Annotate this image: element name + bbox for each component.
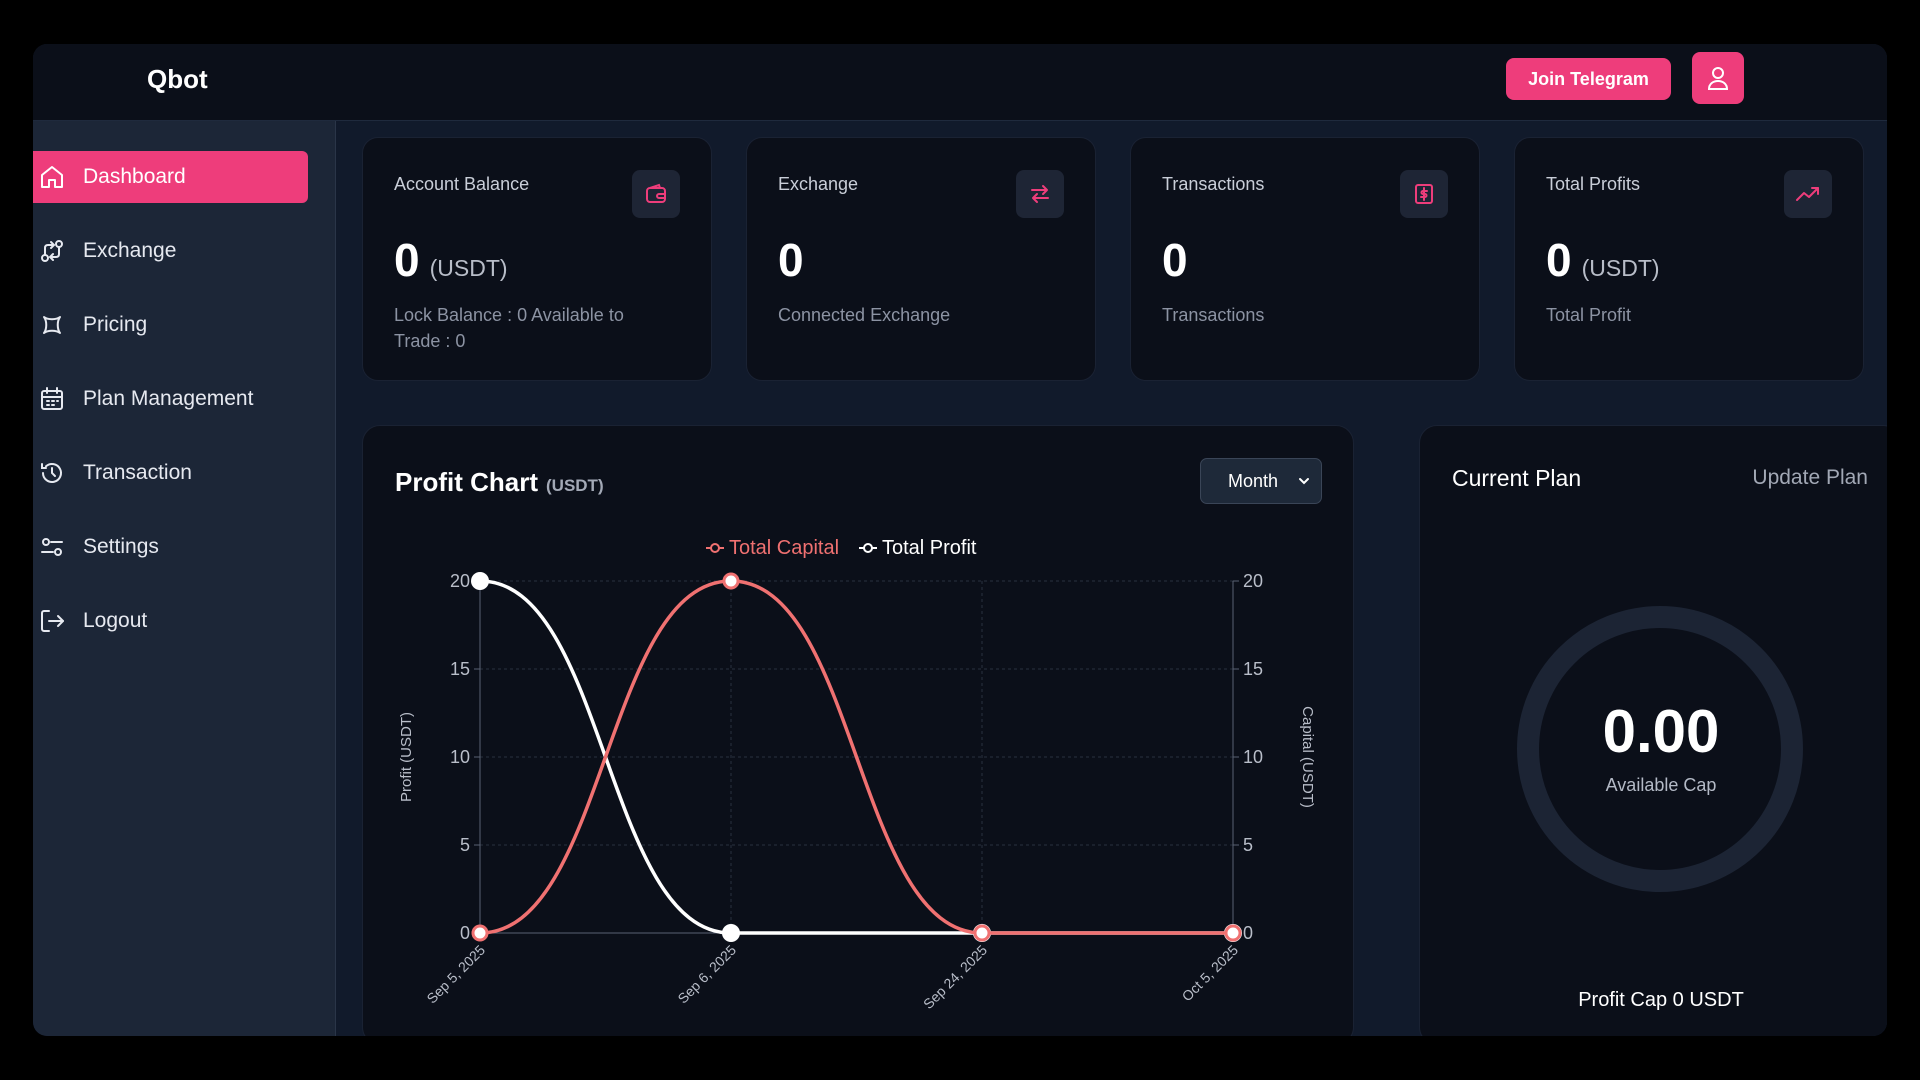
chart-series-line: [479, 579, 1234, 935]
legend-marker: [863, 543, 873, 553]
chart-y2-tick-label: 15: [1243, 659, 1263, 679]
chart-y2-tick-label: 20: [1243, 571, 1263, 591]
app-window: Qbot Join Telegram Dashboard Exchange Pr…: [33, 44, 1887, 1036]
plan-available-caption: Available Cap: [1605, 775, 1717, 795]
card-value: 0 (USDT): [1546, 233, 1660, 287]
card-subtitle: Lock Balance : 0 Available to Trade : 0: [394, 305, 624, 351]
brand-logo[interactable]: Qbot: [147, 64, 208, 95]
card-title: Exchange: [778, 174, 859, 194]
dollar-doc-icon: [1400, 170, 1448, 218]
chart-point: [471, 924, 489, 942]
chart-y2-axis-title: Capital (USDT): [1299, 706, 1316, 808]
card-title: Account Balance: [394, 174, 530, 194]
sidebar-item-pricing[interactable]: Pricing: [33, 299, 308, 351]
chart-point: [471, 572, 489, 590]
sidebar-item-label: Logout: [83, 609, 148, 632]
profit-chart-panel: Profit Chart (USDT) Month 0 0 5 5 10 10 15 15 20…: [362, 425, 1354, 1036]
profit-chart: 0 0 5 5 10 10 15 15 20 20 Sep 5, 2025 Sep 6, 2025 Se…: [398, 537, 1316, 1012]
card-title: Transactions: [1162, 174, 1265, 194]
stat-card-total-profits: Total Profits 0 (USDT) Total Profit: [1514, 137, 1864, 381]
card-value: 0: [778, 233, 814, 287]
card-value: 0: [1162, 233, 1198, 287]
sidebar-item-exchange[interactable]: Exchange: [33, 225, 308, 277]
sidebar-item-label: Plan Management: [83, 387, 254, 410]
sidebar-item-label: Exchange: [83, 239, 177, 262]
card-value-number: 0: [394, 234, 420, 286]
history-icon: [41, 463, 62, 483]
topbar: Qbot Join Telegram: [33, 44, 1887, 121]
update-plan-link[interactable]: Update Plan: [1752, 466, 1868, 490]
chart-point: [1224, 924, 1242, 942]
card-value-unit: (USDT): [429, 255, 508, 281]
chart-point: [722, 572, 740, 590]
chart-point: [973, 924, 991, 942]
sidebar-item-dashboard[interactable]: Dashboard: [33, 151, 308, 203]
plan-available-value: 0.00: [1602, 698, 1720, 765]
trending-up-icon: [1784, 170, 1832, 218]
join-telegram-button[interactable]: Join Telegram: [1506, 58, 1671, 100]
home-icon: [41, 166, 63, 188]
chart-y-tick-label: 15: [450, 659, 470, 679]
chart-x-tick-label: Sep 5, 2025: [423, 942, 488, 1007]
plan-profit-cap: Profit Cap 0 USDT: [1578, 989, 1744, 1011]
sidebar-item-label: Pricing: [83, 313, 148, 336]
sidebar-item-label: Settings: [83, 535, 159, 558]
chart-y-axis-title: Profit (USDT): [398, 712, 415, 802]
card-subtitle: Transactions: [1162, 305, 1265, 325]
card-value: 0 (USDT): [394, 233, 508, 287]
legend-marker: [710, 543, 720, 553]
sidebar-item-label: Transaction: [83, 461, 192, 484]
card-subtitle: Connected Exchange: [778, 305, 951, 325]
calendar-icon: [41, 387, 63, 410]
chart-x-tick-label: Oct 5, 2025: [1179, 942, 1242, 1005]
sidebar-item-label: Dashboard: [83, 165, 186, 188]
legend-label: Total Capital: [729, 537, 839, 559]
wallet-icon: [632, 170, 680, 218]
chart-x-tick-label: Sep 24, 2025: [920, 942, 990, 1012]
plan-title: Current Plan: [1452, 465, 1582, 491]
legend-label: Total Profit: [882, 537, 977, 559]
stat-card-transactions: Transactions 0 Transactions: [1130, 137, 1480, 381]
card-value-number: 0: [1546, 234, 1572, 286]
card-value-number: 0: [1162, 234, 1188, 286]
main-content: Account Balance 0 (USDT) Lock Balance : …: [336, 121, 1887, 1036]
swap-icon: [1016, 170, 1064, 218]
sidebar-item-settings[interactable]: Settings: [33, 521, 308, 573]
sliders-icon: [41, 538, 63, 556]
chart-y2-tick-label: 5: [1243, 835, 1253, 855]
exchange-icon: [41, 240, 63, 262]
chart-y-tick-label: 5: [460, 835, 470, 855]
chart-x-tick-label: Sep 6, 2025: [674, 942, 739, 1007]
chart-y2-tick-label: 10: [1243, 747, 1263, 767]
card-value-number: 0: [778, 234, 804, 286]
chart-y-tick-label: 0: [460, 923, 470, 943]
stat-card-exchange: Exchange 0 Connected Exchange: [746, 137, 1096, 381]
pricing-icon: [43, 316, 61, 334]
chart-y-tick-label: 20: [450, 571, 470, 591]
card-title: Total Profits: [1546, 174, 1641, 194]
sidebar-item-transaction[interactable]: Transaction: [33, 447, 308, 499]
stat-card-account-balance: Account Balance 0 (USDT) Lock Balance : …: [362, 137, 712, 381]
sidebar: Dashboard Exchange Pricing Plan Manageme…: [33, 121, 336, 1036]
card-value-unit: (USDT): [1581, 255, 1660, 281]
chart-y2-tick-label: 0: [1243, 923, 1253, 943]
user-profile-button[interactable]: [1692, 52, 1744, 104]
current-plan-panel: Current Plan Update Plan 0.00 Available …: [1419, 425, 1887, 1036]
chart-point: [722, 924, 740, 942]
chart-y-tick-label: 10: [450, 747, 470, 767]
card-subtitle: Total Profit: [1546, 305, 1632, 325]
sidebar-item-plan-management[interactable]: Plan Management: [33, 373, 308, 425]
sidebar-item-logout[interactable]: Logout: [33, 595, 308, 647]
logout-icon: [41, 610, 64, 632]
user-icon: [1707, 67, 1729, 90]
